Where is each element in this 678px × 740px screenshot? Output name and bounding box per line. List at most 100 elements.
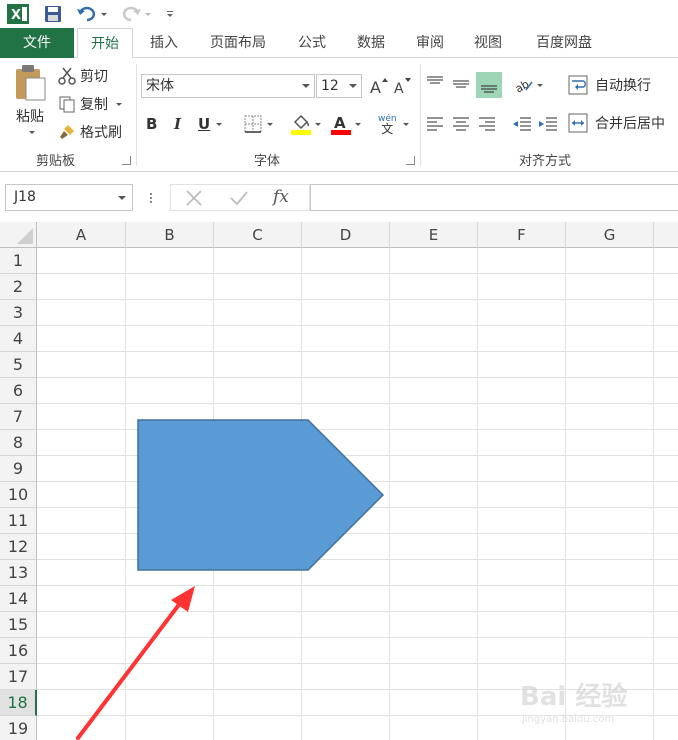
undo-icon[interactable] xyxy=(74,3,108,25)
tab-view[interactable]: 视图 xyxy=(462,28,514,58)
clipboard-dialog-launcher[interactable] xyxy=(122,156,131,165)
wrap-text-label: 自动换行 xyxy=(595,78,651,94)
column-header[interactable]: F xyxy=(478,222,566,248)
tab-file[interactable]: 文件 xyxy=(0,28,74,58)
row-header-selected[interactable]: 18 xyxy=(0,690,37,716)
insert-function-button[interactable]: fx xyxy=(273,187,289,207)
customize-qat-icon[interactable] xyxy=(164,3,176,25)
name-box[interactable]: J18 xyxy=(5,184,133,211)
quick-access-toolbar: X xyxy=(0,0,678,28)
tab-insert[interactable]: 插入 xyxy=(138,28,190,58)
row-header[interactable]: 6 xyxy=(0,378,37,404)
wrap-text-button[interactable]: 自动换行 xyxy=(568,74,651,96)
font-dialog-launcher[interactable] xyxy=(406,156,415,165)
align-left-icon xyxy=(427,117,443,131)
underline-label: U xyxy=(198,115,211,133)
tab-review[interactable]: 审阅 xyxy=(404,28,456,58)
row-header[interactable]: 5 xyxy=(0,352,37,378)
save-icon[interactable] xyxy=(42,3,64,25)
tab-baidu-netdisk[interactable]: 百度网盘 xyxy=(522,28,606,58)
row-header[interactable]: 13 xyxy=(0,560,37,586)
row-header[interactable]: 19 xyxy=(0,716,37,740)
row-header[interactable]: 12 xyxy=(0,534,37,560)
underline-button[interactable]: U xyxy=(198,114,228,134)
row-header[interactable]: 3 xyxy=(0,300,37,326)
font-size-select[interactable]: 12 xyxy=(316,74,362,98)
bottom-align-button[interactable] xyxy=(476,72,502,98)
align-center-button[interactable] xyxy=(452,114,474,134)
align-right-button[interactable] xyxy=(478,114,500,134)
row-header[interactable]: 16 xyxy=(0,638,37,664)
select-all-corner[interactable] xyxy=(0,222,37,248)
merge-center-button[interactable]: 合并后居中 xyxy=(568,112,665,134)
cell-gridlines[interactable] xyxy=(37,248,678,740)
check-icon[interactable] xyxy=(229,189,249,211)
ribbon-home: 粘贴 剪切 复制 格式刷 剪贴板 宋体 12 A A B I U A wén 文… xyxy=(0,58,678,172)
middle-align-button[interactable] xyxy=(452,72,474,96)
row-header[interactable]: 1 xyxy=(0,248,37,274)
copy-icon xyxy=(59,96,75,113)
name-box-value: J18 xyxy=(14,189,36,205)
border-icon xyxy=(244,115,262,133)
row-header[interactable]: 15 xyxy=(0,612,37,638)
orientation-button[interactable]: ab xyxy=(514,74,548,96)
column-header[interactable]: E xyxy=(390,222,478,248)
shrink-font-icon: A xyxy=(394,78,411,96)
tab-home[interactable]: 开始 xyxy=(77,28,133,59)
grow-font-icon: A xyxy=(370,78,388,96)
clipboard-group-label: 剪贴板 xyxy=(36,154,76,169)
font-color-button[interactable]: A xyxy=(330,112,366,136)
column-header[interactable]: B xyxy=(126,222,214,248)
column-header[interactable]: G xyxy=(566,222,654,248)
row-header[interactable]: 11 xyxy=(0,508,37,534)
decrease-font-size-button[interactable]: A xyxy=(392,76,412,96)
redo-icon[interactable] xyxy=(118,3,152,25)
svg-text:A: A xyxy=(394,81,404,96)
row-header[interactable]: 4 xyxy=(0,326,37,352)
tab-data[interactable]: 数据 xyxy=(345,28,397,58)
group-divider xyxy=(136,64,137,166)
formula-bar-grip[interactable] xyxy=(146,188,156,208)
excel-logo-icon: X xyxy=(6,3,30,25)
paint-bucket-icon xyxy=(291,114,311,135)
increase-font-size-button[interactable]: A xyxy=(368,76,388,96)
column-header[interactable] xyxy=(654,222,678,248)
close-icon[interactable] xyxy=(185,189,203,211)
phonetic-bottom: 文 xyxy=(381,122,394,136)
excel-window: X 文件 开始 插入 页面布局 公式 数据 审阅 视图 百度网盘 粘贴 剪切 复… xyxy=(0,0,678,740)
svg-text:A: A xyxy=(334,114,346,132)
copy-button[interactable]: 复制 xyxy=(58,94,122,114)
row-header[interactable]: 9 xyxy=(0,456,37,482)
font-name-select[interactable]: 宋体 xyxy=(141,74,315,98)
tab-formulas[interactable]: 公式 xyxy=(286,28,338,58)
italic-button[interactable]: I xyxy=(174,114,188,134)
row-header[interactable]: 10 xyxy=(0,482,37,508)
text-orientation-icon: ab xyxy=(514,77,533,94)
formula-buttons: fx xyxy=(170,184,310,211)
tab-page-layout[interactable]: 页面布局 xyxy=(196,28,280,58)
column-header[interactable]: C xyxy=(214,222,302,248)
phonetic-guide-button[interactable]: wén 文 xyxy=(378,110,414,138)
bold-button[interactable]: B xyxy=(146,114,162,134)
increase-indent-button[interactable] xyxy=(538,114,560,134)
row-header[interactable]: 14 xyxy=(0,586,37,612)
wrap-text-icon xyxy=(568,75,588,95)
watermark-brand: Bai 经验 xyxy=(520,682,628,712)
borders-button[interactable] xyxy=(244,114,278,134)
top-align-button[interactable] xyxy=(426,72,448,96)
cut-button[interactable]: 剪切 xyxy=(58,66,108,86)
baidu-watermark: Bai 经验 jingyan.baidu.com xyxy=(520,672,670,732)
fill-color-button[interactable] xyxy=(290,112,326,136)
phonetic-icon: wén 文 xyxy=(378,114,397,136)
decrease-indent-button[interactable] xyxy=(512,114,534,134)
row-header[interactable]: 17 xyxy=(0,664,37,690)
paste-button[interactable]: 粘贴 xyxy=(10,64,50,144)
row-header[interactable]: 2 xyxy=(0,274,37,300)
column-header[interactable]: D xyxy=(302,222,390,248)
row-header[interactable]: 8 xyxy=(0,430,37,456)
row-header[interactable]: 7 xyxy=(0,404,37,430)
formula-input[interactable] xyxy=(310,184,678,211)
column-header[interactable]: A xyxy=(37,222,126,248)
align-left-button[interactable] xyxy=(426,114,448,134)
format-painter-button[interactable]: 格式刷 xyxy=(58,122,122,142)
